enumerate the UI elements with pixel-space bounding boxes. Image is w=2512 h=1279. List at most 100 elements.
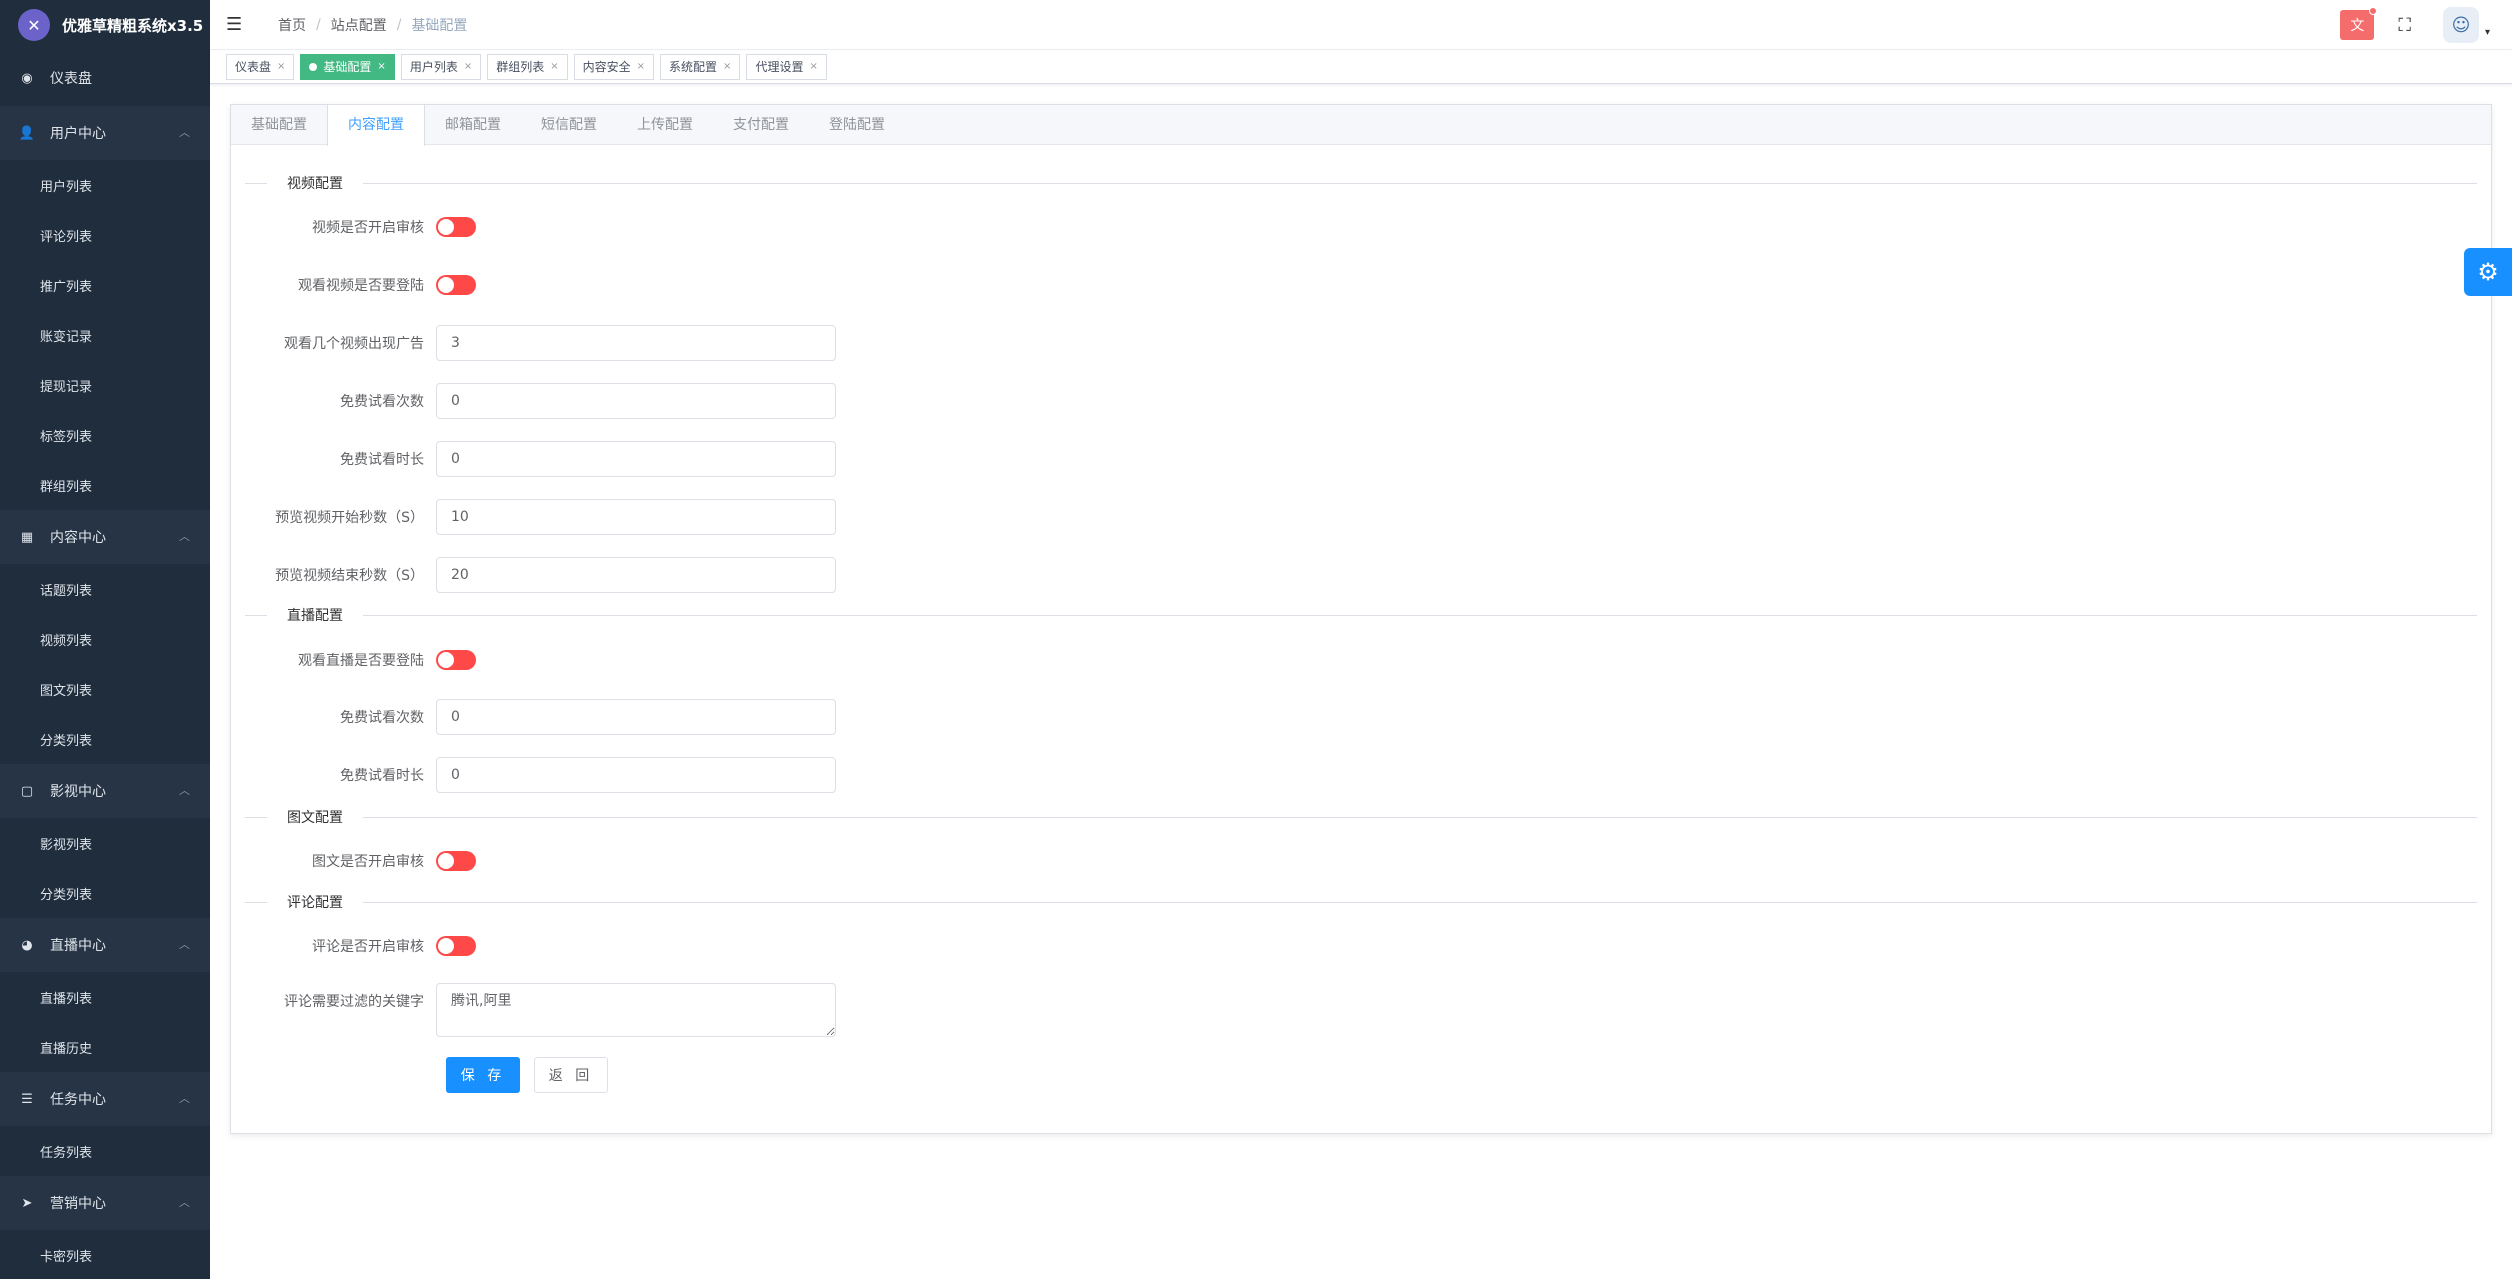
caret-down-icon[interactable]: ▾ [2485, 27, 2490, 38]
tag-label: 代理设置 [755, 59, 804, 74]
section-divider [245, 183, 2477, 184]
chevron-up-icon: ︿ [179, 1196, 190, 1209]
close-icon[interactable]: × [464, 55, 472, 79]
live-free-duration-input[interactable] [436, 757, 836, 793]
live-login-switch[interactable] [436, 650, 476, 670]
notification-dot [2369, 7, 2378, 15]
sidebar-group-2[interactable]: ▢ 影视中心 ︿ [0, 764, 210, 818]
back-button[interactable]: 返 回 [534, 1057, 608, 1093]
close-icon[interactable]: × [723, 55, 731, 79]
sidebar-group-1[interactable]: ▦ 内容中心 ︿ [0, 510, 210, 564]
language-button[interactable]: 文 [2340, 7, 2378, 40]
tag-view-item[interactable]: 内容安全 × [573, 53, 655, 80]
sidebar-item[interactable]: 直播列表 [0, 972, 210, 1022]
comment-review-switch[interactable] [436, 936, 476, 956]
sidebar-group-3[interactable]: ◕ 直播中心 ︿ [0, 918, 210, 972]
video-login-switch[interactable] [436, 275, 476, 295]
logo[interactable]: ✕ 优雅草精粗系统x3.5 [0, 0, 210, 50]
form-label: 免费试看次数 [340, 394, 424, 410]
sidebar-item[interactable]: 图文列表 [0, 664, 210, 714]
settings-panel-button[interactable]: ⚙ [2464, 248, 2512, 296]
sidebar-item[interactable]: 影视列表 [0, 818, 210, 868]
free-trial-count-input[interactable] [436, 383, 836, 419]
tab-config[interactable]: 邮箱配置 [425, 105, 521, 145]
sidebar-item[interactable]: 标签列表 [0, 410, 210, 460]
tag-view-item[interactable]: 群组列表 × [487, 53, 568, 80]
close-icon[interactable]: × [377, 55, 385, 79]
tag-view-item[interactable]: 仪表盘 × [226, 53, 295, 80]
section-divider [245, 817, 2477, 818]
sidebar-group-label: 内容中心 [50, 530, 106, 546]
tag-view-item[interactable]: 基础配置 × [300, 53, 395, 80]
close-icon[interactable]: × [277, 55, 285, 79]
sidebar-item[interactable]: 评论列表 [0, 210, 210, 260]
sidebar-item[interactable]: 任务列表 [0, 1126, 210, 1176]
switch-knob [438, 277, 454, 293]
form-row-live-free-duration: 免费试看时长 [231, 755, 836, 795]
form-actions: 保 存 返 回 [446, 1055, 608, 1095]
sidebar-item[interactable]: 分类列表 [0, 868, 210, 918]
sidebar-item[interactable]: 分类列表 [0, 714, 210, 764]
breadcrumb-home[interactable]: 首页 [278, 15, 306, 35]
form-label: 预览视频结束秒数（S） [275, 568, 424, 584]
tag-label: 基础配置 [323, 59, 372, 74]
language-label: 文 [2350, 18, 2365, 34]
preview-start-input[interactable] [436, 499, 836, 535]
video-review-switch[interactable] [436, 217, 476, 237]
close-icon[interactable]: × [637, 55, 645, 79]
close-icon[interactable]: × [550, 55, 558, 79]
form-row-free-trial-count: 免费试看次数 [231, 381, 836, 421]
tag-label: 内容安全 [582, 59, 631, 74]
form-row-post-review: 图文是否开启审核 [231, 841, 476, 881]
preview-end-input[interactable] [436, 557, 836, 593]
sidebar-item[interactable]: 用户列表 [0, 160, 210, 210]
chevron-up-icon: ︿ [179, 938, 190, 951]
sidebar-group-4[interactable]: ☰ 任务中心 ︿ [0, 1072, 210, 1126]
ad-after-videos-input[interactable] [436, 325, 836, 361]
tag-view-item[interactable]: 代理设置 × [746, 53, 827, 80]
gear-icon: ⚙ [2477, 258, 2499, 286]
hamburger-icon[interactable]: ☰ [226, 14, 250, 35]
sidebar-group-0[interactable]: 👤 用户中心 ︿ [0, 106, 210, 160]
form-label: 免费试看次数 [340, 710, 424, 726]
post-review-switch[interactable] [436, 851, 476, 871]
live-free-count-input[interactable] [436, 699, 836, 735]
sidebar-group-5[interactable]: ➤ 营销中心 ︿ [0, 1176, 210, 1230]
tab-config[interactable]: 登陆配置 [809, 105, 905, 145]
tag-view-item[interactable]: 系统配置 × [660, 53, 741, 80]
tag-view-item[interactable]: 用户列表 × [400, 53, 482, 80]
breadcrumb-site-config: 站点配置 [330, 17, 387, 34]
form-row-comment-keywords: 评论需要过滤的关键字 腾讯,阿里 [231, 983, 836, 1039]
comment-keywords-textarea[interactable]: 腾讯,阿里 [436, 983, 836, 1037]
chevron-up-icon: ︿ [179, 1092, 190, 1105]
section-title-post: 图文配置 [267, 807, 363, 827]
avatar[interactable]: ☺ [2442, 7, 2479, 43]
sidebar-menu-groups: 👤 用户中心 ︿ 用户列表 评论列表 推广列表 账变记录 提现记录 标签列表 群组列表 ▦ 内容中心 ︿… [0, 106, 210, 1279]
close-icon[interactable]: × [809, 55, 817, 79]
form-label: 观看直播是否要登陆 [298, 653, 424, 669]
sidebar-item[interactable]: 话题列表 [0, 564, 210, 614]
tab-config[interactable]: 支付配置 [713, 105, 809, 145]
sidebar-item[interactable]: 视频列表 [0, 614, 210, 664]
sidebar-item[interactable]: 群组列表 [0, 460, 210, 510]
menu-group-icon: ▦ [20, 529, 34, 545]
fullscreen-icon[interactable]: ⛶ [2398, 15, 2411, 36]
sidebar-item-dashboard[interactable]: ◉ 仪表盘 [0, 50, 210, 106]
save-button[interactable]: 保 存 [446, 1057, 520, 1093]
free-trial-duration-input[interactable] [436, 441, 836, 477]
chevron-up-icon: ︿ [179, 126, 190, 139]
sidebar-item[interactable]: 账变记录 [0, 310, 210, 360]
switch-knob [438, 938, 454, 954]
sidebar-item[interactable]: 推广列表 [0, 260, 210, 310]
tag-label: 仪表盘 [235, 59, 272, 74]
tab-config[interactable]: 短信配置 [521, 105, 617, 145]
sidebar-item[interactable]: 卡密列表 [0, 1230, 210, 1279]
tab-config[interactable]: 上传配置 [617, 105, 713, 145]
avatar-icon: ☺ [2451, 14, 2471, 36]
sidebar-group-label: 用户中心 [50, 126, 106, 142]
tab-config[interactable]: 内容配置 [327, 105, 425, 146]
tab-config[interactable]: 基础配置 [231, 105, 327, 145]
sidebar-item[interactable]: 提现记录 [0, 360, 210, 410]
sidebar-item[interactable]: 直播历史 [0, 1022, 210, 1072]
form-label: 图文是否开启审核 [312, 854, 424, 870]
